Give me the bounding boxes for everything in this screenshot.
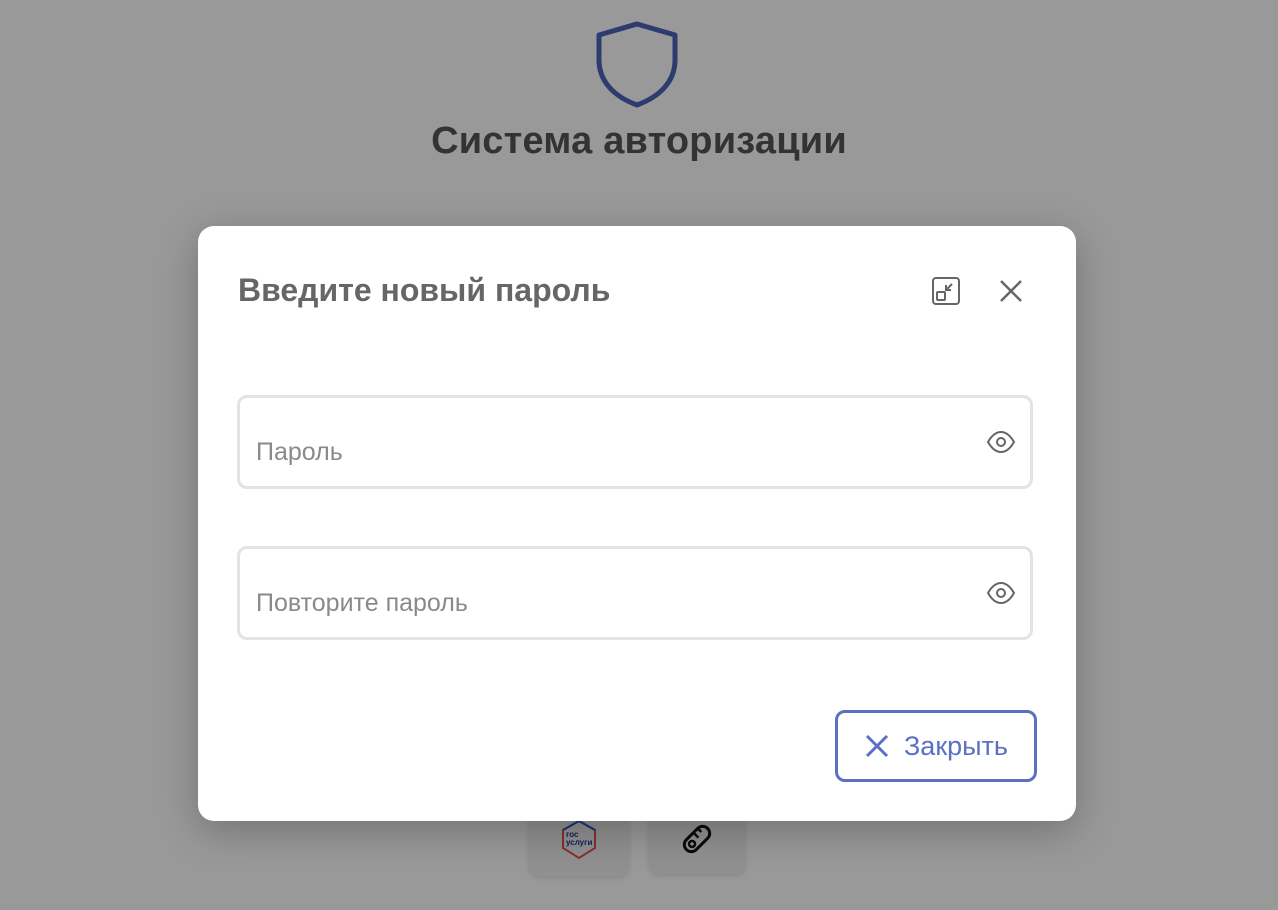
password-field — [237, 395, 1033, 489]
password-repeat-input[interactable] — [256, 585, 956, 621]
password-input[interactable] — [256, 434, 956, 470]
eye-icon[interactable] — [986, 581, 1016, 605]
close-icon — [1000, 280, 1022, 302]
minimize-button[interactable] — [929, 274, 963, 308]
minimize-icon — [932, 277, 960, 305]
password-repeat-field — [237, 546, 1033, 640]
new-password-dialog: Введите новый пароль Закрыть — [198, 226, 1076, 821]
dialog-title: Введите новый пароль — [238, 272, 611, 308]
close-button-label: Закрыть — [904, 730, 1008, 761]
close-button[interactable]: Закрыть — [835, 710, 1037, 782]
eye-icon[interactable] — [986, 430, 1016, 454]
close-x-button[interactable] — [994, 274, 1028, 308]
close-icon — [865, 734, 889, 758]
